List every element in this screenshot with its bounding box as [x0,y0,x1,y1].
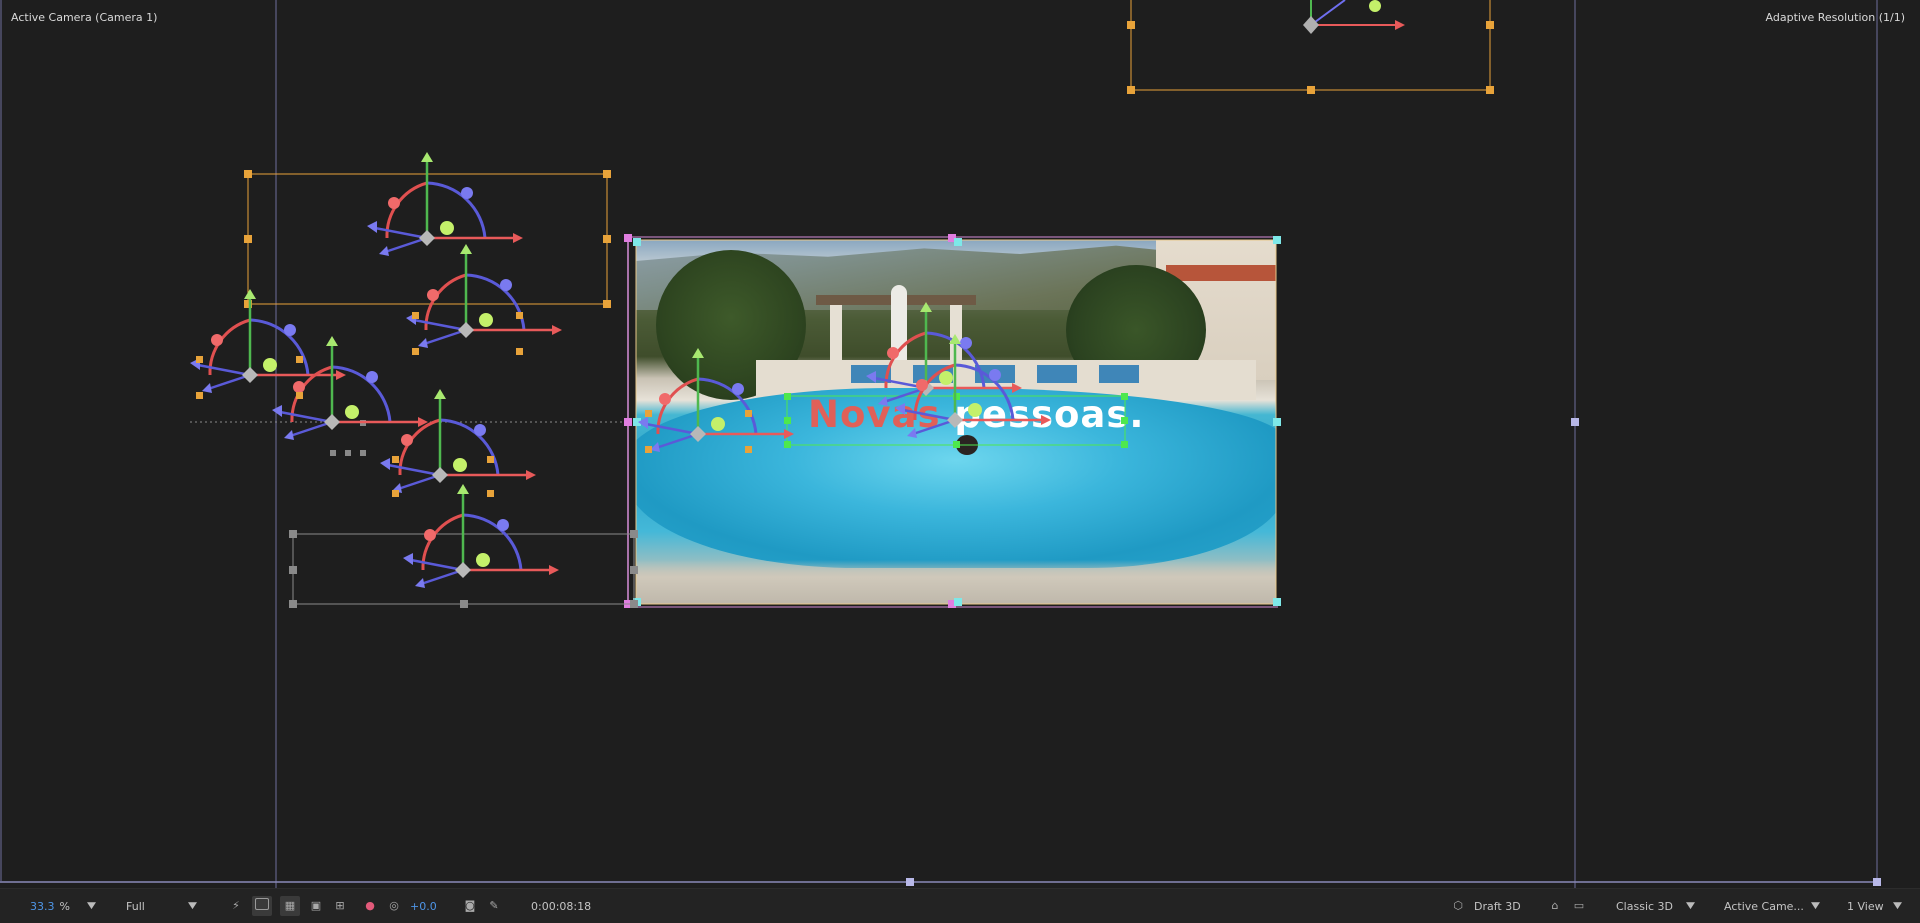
transform-gizmo-8 [864,300,1024,408]
layer-handles-small [196,312,752,497]
chevron-down-icon: ▼ [187,901,197,911]
zoom-value[interactable]: 33.3 [30,900,55,913]
fast-preview-icon[interactable]: ⚡ [228,898,244,914]
layer-bounds-top-right [1127,0,1494,94]
transform-gizmo-1 [365,150,525,258]
transparency-grid-icon[interactable]: ▦ [280,896,300,916]
transform-gizmo-7 [636,346,796,454]
draft-3d-icon: ⬡ [1453,899,1463,912]
extended-viewer-icon[interactable]: ⌂ [1547,898,1563,914]
transform-gizmo-2 [404,242,564,350]
snapshot-icon[interactable]: ◙ [462,898,478,914]
zoom-unit: % [59,899,70,913]
show-snapshot-icon[interactable]: ✎ [486,898,502,914]
chevron-down-icon[interactable]: ▼ [87,901,96,911]
grid-icon[interactable]: ▭ [1571,898,1587,914]
magnification-control[interactable]: 33.3 % ▼ [30,889,96,923]
draft-3d-label: Draft 3D [1474,899,1521,913]
renderer-dropdown[interactable]: Classic 3D ▼ [1616,889,1695,923]
transform-gizmo-9 [893,332,1053,440]
viewer-toolbar: 33.3 % ▼ Full ▼ ⚡ ▦ ▣ ⊞ ● ◎ +0.0 ◙ ✎ 0:0… [0,888,1920,923]
view-layout-value: 1 View [1847,899,1884,913]
guide-handle-right [1571,418,1579,426]
mask-visibility-icon[interactable]: ▣ [308,898,324,914]
transform-gizmos-overlay[interactable] [0,0,1920,888]
chevron-down-icon: ▼ [1685,901,1695,911]
transform-gizmo-5 [378,387,538,495]
view-layout-dropdown[interactable]: 1 View ▼ [1847,889,1902,923]
timecode: 0:00:08:18 [531,899,592,913]
transform-gizmo-6 [401,482,561,590]
resolution-value: Full [126,899,145,913]
transform-gizmo-4 [270,334,430,442]
chevron-down-icon: ▼ [1892,901,1902,911]
composition-viewer[interactable]: Active Camera (Camera 1) Adaptive Resolu… [0,0,1920,888]
exposure-value[interactable]: +0.0 [410,900,437,913]
resolution-dropdown[interactable]: Full ▼ [126,889,197,923]
reset-exposure-icon[interactable]: ◎ [386,898,402,914]
3d-view-dropdown[interactable]: Active Came... ▼ [1724,889,1820,923]
view-camera-value: Active Came... [1724,899,1804,913]
region-of-interest-icon[interactable] [252,896,272,916]
chevron-down-icon: ▼ [1810,901,1820,911]
current-time[interactable]: 0:00:08:18 [531,889,591,923]
transform-gizmo-3 [188,287,348,395]
safe-margins-icon[interactable]: ⊞ [332,898,348,914]
guide-handle-bottom [906,878,914,886]
draft-3d-toggle[interactable]: ⬡ Draft 3D [1450,889,1521,923]
renderer-value: Classic 3D [1616,899,1674,913]
channels-icon[interactable]: ● [362,898,378,914]
